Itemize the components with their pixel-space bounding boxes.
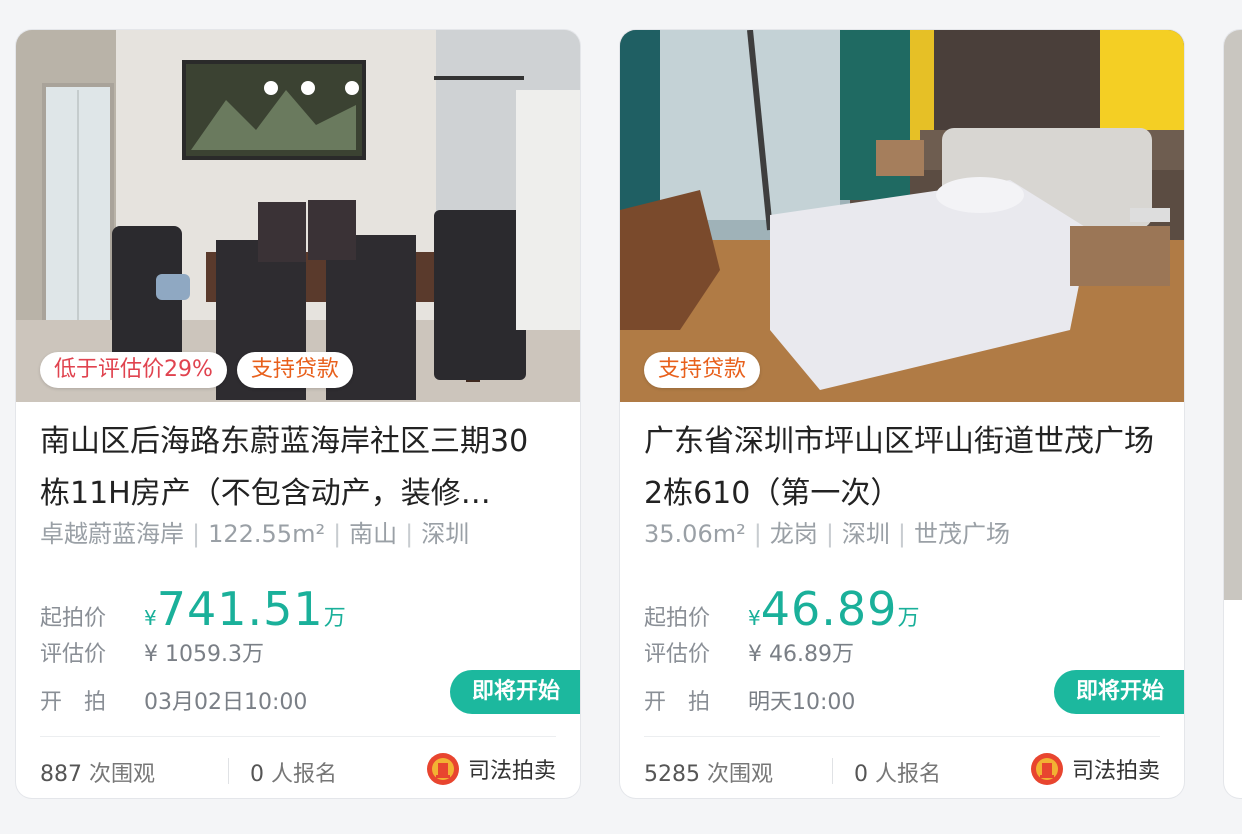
meta-city: 深圳	[841, 520, 890, 548]
signups-stat: 0 人报名	[250, 756, 337, 788]
listing-card-2[interactable]: 支持贷款 广东省深圳市坪山区坪山街道世茂广场2栋610（第一次） 35.06m²…	[620, 30, 1184, 798]
auction-time-value: 03月02日10:00	[144, 690, 308, 715]
signups-count: 0	[854, 762, 868, 787]
card-footer: 887 次围观 0 人报名 司法拍卖	[40, 752, 556, 788]
meta-separator: |	[897, 520, 906, 548]
start-price: ¥46.89万	[748, 586, 920, 632]
meta-separator: |	[405, 520, 414, 548]
meta-community: 卓越蔚蓝海岸	[40, 520, 184, 548]
signups-label: 人报名	[271, 762, 338, 787]
meta-separator: |	[753, 520, 762, 548]
court-emblem-icon	[1030, 753, 1063, 785]
card-footer: 5285 次围观 0 人报名 司法拍卖	[644, 752, 1160, 788]
bedroom-image	[620, 30, 1184, 402]
views-label: 次围观	[89, 762, 156, 787]
meta-separator: |	[825, 520, 834, 548]
judicial-auction-source[interactable]: 司法拍卖	[1030, 752, 1160, 786]
listing-title[interactable]: 广东省深圳市坪山区坪山街道世茂广场2栋610（第一次）	[644, 416, 1154, 520]
source-label: 司法拍卖	[467, 759, 556, 784]
signups-stat: 0 人报名	[854, 756, 941, 788]
listing-meta: 35.06m² | 龙岗 | 深圳 | 世茂广场	[644, 514, 1010, 549]
listing-title[interactable]: 南山区后海路东蔚蓝海岸社区三期30栋11H房产（不包含动产，装修…	[40, 416, 550, 520]
dining-room-image	[16, 30, 580, 402]
currency-symbol: ¥	[144, 606, 157, 630]
tag-loan-supported: 支持贷款	[236, 352, 353, 388]
tag-group: 低于评估价29% 支持贷款	[40, 352, 353, 388]
meta-separator: |	[333, 520, 342, 548]
start-price-value: 46.89	[760, 582, 898, 636]
start-price-value: 741.51	[156, 582, 324, 636]
auction-time-row: 开 拍 明天10:00	[644, 684, 855, 716]
auction-time-label: 开 拍	[40, 690, 107, 715]
start-price-row: 起拍价 ¥46.89万	[644, 586, 919, 632]
eval-price-value: ¥ 46.89万	[748, 642, 854, 667]
tag-group: 支持贷款	[644, 352, 761, 388]
start-price: ¥741.51万	[144, 586, 346, 632]
start-price-label: 起拍价	[644, 606, 711, 631]
auction-time-label: 开 拍	[644, 690, 711, 715]
eval-price-value: ¥ 1059.3万	[144, 642, 264, 667]
currency-symbol: ¥	[748, 606, 761, 630]
views-label: 次围观	[707, 762, 774, 787]
eval-price-label: 评估价	[644, 642, 711, 667]
divider	[644, 736, 1160, 737]
listing-photo-bedroom[interactable]: 支持贷款	[620, 30, 1184, 402]
eval-price-row: 评估价 ¥ 1059.3万	[40, 636, 264, 668]
listing-card-3-partial[interactable]	[1224, 30, 1242, 798]
views-count: 887	[40, 762, 82, 787]
views-count: 5285	[644, 762, 700, 787]
divider	[40, 736, 556, 737]
status-badge[interactable]: 即将开始	[1053, 670, 1184, 714]
start-price-label: 起拍价	[40, 606, 107, 631]
meta-district: 南山	[349, 520, 398, 548]
tag-below-valuation: 低于评估价29%	[40, 352, 227, 388]
meta-area: 35.06m²	[644, 520, 746, 548]
meta-district: 龙岗	[769, 520, 818, 548]
price-unit: 万	[323, 606, 346, 631]
footer-separator	[832, 758, 833, 784]
listing-card-1[interactable]: 低于评估价29% 支持贷款 南山区后海路东蔚蓝海岸社区三期30栋11H房产（不包…	[16, 30, 580, 798]
auction-time-value: 明天10:00	[748, 690, 856, 715]
meta-separator: |	[192, 520, 201, 548]
start-price-row: 起拍价 ¥741.51万	[40, 586, 346, 632]
views-stat: 887 次围观	[40, 756, 155, 788]
tag-loan-supported: 支持贷款	[644, 352, 761, 388]
court-emblem-icon	[426, 753, 459, 785]
listing-photo-partial	[1224, 30, 1242, 600]
eval-price-label: 评估价	[40, 642, 107, 667]
signups-count: 0	[250, 762, 264, 787]
listing-meta: 卓越蔚蓝海岸 | 122.55m² | 南山 | 深圳	[40, 514, 469, 549]
source-label: 司法拍卖	[1071, 759, 1160, 784]
eval-price-row: 评估价 ¥ 46.89万	[644, 636, 854, 668]
status-badge[interactable]: 即将开始	[449, 670, 580, 714]
views-stat: 5285 次围观	[644, 756, 773, 788]
judicial-auction-source[interactable]: 司法拍卖	[426, 752, 556, 786]
meta-city: 深圳	[421, 520, 470, 548]
footer-separator	[228, 758, 229, 784]
signups-label: 人报名	[875, 762, 942, 787]
price-unit: 万	[897, 606, 920, 631]
meta-area: 122.55m²	[208, 520, 326, 548]
auction-time-row: 开 拍 03月02日10:00	[40, 684, 307, 716]
meta-community: 世茂广场	[914, 520, 1010, 548]
listing-photo-dining-room[interactable]: 低于评估价29% 支持贷款	[16, 30, 580, 402]
